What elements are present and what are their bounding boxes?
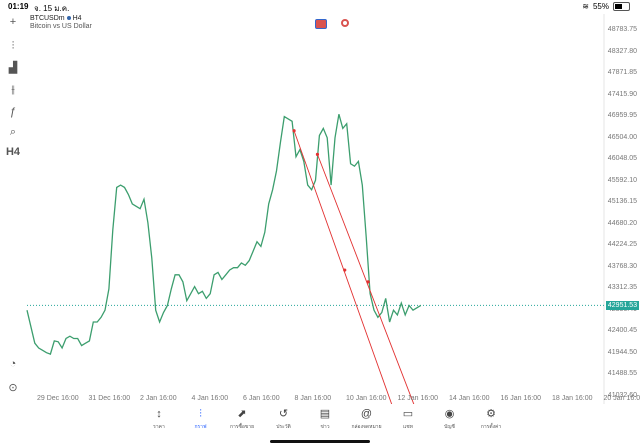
price-tick-label: 46504.00 (607, 133, 637, 141)
symbol-description: Bitcoin vs US Dollar (30, 23, 92, 30)
signals-toggle-icon[interactable] (341, 19, 349, 27)
nav-chat-label: แชท (403, 424, 413, 430)
nav-account-label: บัญชี (444, 424, 455, 430)
nav-mailbox-icon: @ (360, 408, 373, 420)
battery-percent: 55% (592, 2, 609, 11)
symbol-status-dot (66, 16, 71, 21)
battery-icon (613, 2, 630, 11)
nav-trade[interactable]: ⬈ การซื้อขาย (223, 407, 261, 447)
price-tick-label: 41944.50 (607, 348, 637, 356)
nav-history-icon: ↺ (278, 408, 289, 420)
price-tick-label: 44680.20 (607, 219, 637, 227)
date-tick-label: 16 Jan 16:00 (500, 395, 541, 402)
price-tick-label: 48327.80 (607, 47, 637, 55)
current-price-tag: 42951.53 (606, 300, 639, 310)
nav-settings-label: การตั้งค่า (480, 424, 502, 430)
price-tick-label: 45592.10 (607, 176, 637, 184)
nav-settings[interactable]: ⚙ การตั้งค่า (472, 407, 510, 447)
price-tick-label: 41488.55 (607, 370, 637, 378)
nav-chat-icon: ▭ (402, 408, 414, 420)
price-tick-label: 43312.35 (607, 284, 637, 292)
price-tick-label: 47871.85 (607, 69, 637, 77)
date-tick-label: 31 Dec 16:00 (88, 395, 131, 402)
function-icon[interactable]: ƒ (5, 104, 21, 120)
date-tick-label: 6 Jan 16:00 (243, 395, 280, 402)
nav-quotes[interactable]: ↕ ราคา (140, 407, 178, 447)
channel-line-1[interactable] (293, 130, 393, 404)
date-tick-label: 10 Jan 16:00 (346, 395, 387, 402)
price-tick-label: 46048.05 (607, 155, 637, 163)
timeframe-label[interactable]: H4 (5, 144, 21, 160)
nav-news-icon: ▤ (319, 408, 331, 420)
channel-anchor-point[interactable] (292, 129, 296, 133)
objects-icon[interactable]: ⌕ (5, 124, 21, 140)
left-toolbar: + ⫶ ▟ ⫲ ƒ ⌕ H4 ◔ ⊙ (0, 14, 26, 414)
price-tick-label: 42400.45 (607, 327, 637, 335)
price-tick-label: 44224.25 (607, 241, 637, 249)
date-tick-label: 29 Dec 16:00 (37, 395, 79, 402)
date-tick-label: 18 Jan 16:00 (552, 395, 593, 402)
price-chart[interactable] (0, 14, 640, 404)
status-bar: 01:19 จ. 15 ม.ค. ≋ 55% (0, 0, 640, 14)
price-tick-label: 45136.15 (607, 198, 637, 206)
price-series-line (26, 114, 422, 355)
nav-trade-label: การซื้อขาย (229, 424, 255, 430)
nav-chart-label: กราฟ (194, 424, 207, 430)
indicators-icon[interactable]: ▟ (5, 60, 21, 76)
price-tick-label: 47415.90 (607, 90, 637, 98)
channel-line-2[interactable] (317, 154, 415, 404)
date-tick-label: 8 Jan 16:00 (294, 395, 332, 402)
symbol-code: BTCUSDm (30, 15, 65, 22)
speedometer-icon[interactable]: ◔ (5, 356, 21, 372)
date-tick-label: 2 Jan 16:00 (140, 395, 177, 402)
nav-quotes-label: ราคา (153, 424, 165, 430)
symbol-header[interactable]: BTCUSDm H4 (30, 15, 82, 22)
candles-icon[interactable]: ⫶ (5, 38, 21, 54)
price-tick-label: 43768.30 (607, 262, 637, 270)
status-time: 01:19 (8, 2, 29, 11)
battery-fill (615, 4, 623, 9)
date-tick-label: 20 Jan 16:00 (603, 395, 640, 402)
date-tick-label: 4 Jan 16:00 (191, 395, 229, 402)
price-tick-label: 46959.95 (607, 112, 637, 120)
nav-account-icon: ◉ (444, 408, 455, 420)
nav-chart[interactable]: ⫶ กราฟ (182, 407, 220, 447)
nav-history-label: ประวัติ (276, 424, 291, 430)
home-indicator (270, 440, 370, 443)
nav-account[interactable]: ◉ บัญชี (431, 407, 469, 447)
one-click-trading-icon[interactable] (315, 19, 327, 29)
nav-trade-icon: ⬈ (237, 408, 247, 420)
channel-anchor-point[interactable] (315, 152, 320, 156)
crosshair-icon[interactable]: + (5, 14, 21, 30)
date-tick-label: 14 Jan 16:00 (449, 395, 490, 402)
nav-quotes-icon: ↕ (156, 408, 162, 420)
chart-toggles (315, 19, 349, 29)
settings-sliders-icon[interactable]: ⫲ (5, 82, 21, 98)
nav-chart-icon: ⫶ (199, 408, 202, 420)
nav-news-label: ข่าว (320, 424, 330, 430)
nav-chat[interactable]: ▭ แชท (389, 407, 427, 447)
price-tick-label: 48783.75 (607, 26, 637, 33)
channel-anchor-point[interactable] (366, 280, 370, 284)
symbol-timeframe: H4 (72, 15, 82, 22)
wifi-icon: ≋ (582, 2, 589, 11)
exness-logo-icon[interactable]: ⊙ (5, 380, 21, 396)
date-tick-label: 12 Jan 16:00 (397, 395, 438, 402)
nav-mailbox-label: กล่องจดหมาย (351, 424, 382, 430)
channel-anchor-point[interactable] (343, 268, 347, 272)
nav-settings-icon: ⚙ (486, 408, 496, 420)
status-right: ≋ 55% (582, 2, 630, 11)
